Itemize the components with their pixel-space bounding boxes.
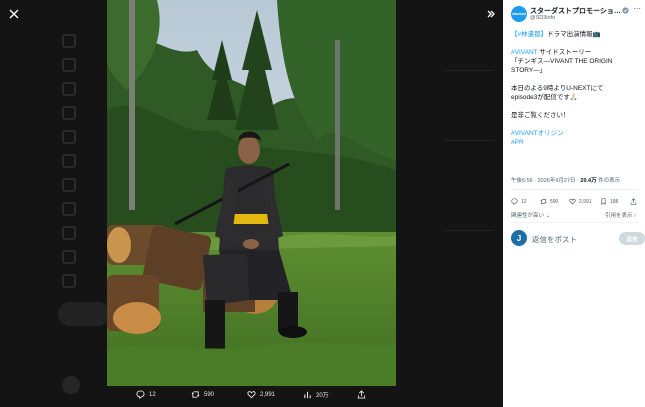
post-view-label: 件の表示	[596, 178, 621, 184]
heart-icon	[569, 198, 576, 205]
repost-count: 590	[550, 198, 559, 205]
more-options-icon[interactable]: ⋯	[633, 4, 641, 13]
bg-post-button	[58, 302, 110, 326]
reply-submit-button[interactable]: 返信	[619, 232, 645, 245]
like-count: 2,991	[579, 198, 592, 205]
media-views-count: 20万	[316, 393, 329, 399]
post-line: 【#林遣都】ドラマ出演情報📺	[511, 30, 639, 39]
view-quotes-link[interactable]: 引用を表示 ›	[605, 211, 636, 219]
close-button[interactable]	[3, 3, 25, 25]
post-line: STORY―」	[511, 67, 547, 74]
post-timestamp[interactable]: 午後6:56 · 2026年9月27日 ·	[511, 178, 580, 184]
sort-replies-dropdown[interactable]: 関連性が高い ⌄	[511, 211, 550, 219]
verified-badge-icon	[622, 7, 629, 14]
bookmark-count: 188	[610, 198, 619, 205]
bg-account-avatar	[62, 376, 80, 394]
close-icon	[9, 9, 19, 19]
divider	[511, 189, 639, 190]
bookmark-stat-button[interactable]: 188	[600, 198, 618, 205]
repost-icon	[191, 391, 200, 398]
post-line-text: ドラマ出演情報📺	[547, 31, 601, 38]
bg-profile-icon	[62, 250, 76, 264]
bg-explore-icon	[62, 58, 76, 72]
user-avatar[interactable]: J	[511, 230, 527, 246]
bg-communities-icon	[62, 202, 76, 216]
share-icon	[357, 390, 366, 399]
reply-icon	[136, 390, 145, 399]
author-row: stardust スターダストプロモーショ… ⋯ @SD3info	[511, 4, 641, 26]
reply-count: 12	[521, 198, 527, 205]
reply-stat-button[interactable]: 12	[511, 198, 527, 205]
bg-lists-icon	[62, 154, 76, 168]
post-line: episode3が配信です🙏🏻	[511, 94, 578, 101]
toggle-panel-button[interactable]	[480, 3, 502, 25]
bg-messages-icon	[62, 106, 76, 120]
bg-notifications-icon	[62, 82, 76, 96]
hashtag-link[interactable]: #VIVANTオリジン	[511, 129, 639, 138]
bookmark-icon	[601, 198, 606, 205]
repost-icon	[540, 199, 547, 204]
media-share-button[interactable]	[357, 390, 366, 399]
author-handle[interactable]: @SD3info	[530, 15, 555, 21]
media-like-button[interactable]: 2,991	[247, 390, 275, 399]
like-stat-button[interactable]: 2,991	[569, 198, 592, 205]
post-line: 是非ご覧ください！	[511, 112, 570, 119]
post-line: #VIVANT サイドストーリー	[511, 48, 639, 57]
post-view-count: 20.4万	[580, 178, 597, 184]
media-repost-button[interactable]: 590	[191, 390, 214, 399]
media-like-count: 2,991	[260, 391, 276, 398]
post-line: 本日のよる9時よりU-NEXTにて	[511, 85, 604, 92]
bg-premium-icon	[62, 226, 76, 240]
media-reply-button[interactable]: 12	[136, 390, 156, 399]
media-repost-count: 590	[204, 391, 215, 398]
bg-bookmarks-icon	[62, 178, 76, 192]
post-detail-panel: stardust スターダストプロモーショ… ⋯ @SD3info 【#林遣都】…	[503, 0, 645, 407]
double-chevron-right-icon	[487, 10, 495, 18]
reply-composer: J 返信をポスト 返信	[511, 230, 645, 250]
share-icon	[630, 198, 637, 205]
post-line-text: サイドストーリー	[537, 49, 592, 56]
photo-illustration	[107, 0, 396, 386]
reply-input[interactable]: 返信をポスト	[532, 234, 577, 245]
post-photo	[107, 0, 396, 386]
views-icon	[304, 391, 311, 399]
media-reply-count: 12	[149, 391, 156, 398]
share-stat-button[interactable]	[630, 198, 637, 205]
media-views-button[interactable]: 20万	[303, 390, 329, 399]
hashtag-link[interactable]: 【#林遣都】	[511, 31, 547, 38]
post-meta: 午後6:56 · 2026年9月27日 · 20.4万 件の表示	[511, 176, 620, 184]
repost-stat-button[interactable]: 590	[540, 198, 558, 205]
post-line: 「チンギス―VIVANT THE ORIGIN	[511, 58, 613, 65]
hashtag-link[interactable]: #PR	[511, 138, 639, 147]
divider	[511, 222, 639, 223]
author-avatar-logo: stardust	[512, 12, 526, 16]
heart-icon	[247, 391, 256, 399]
post-text: 【#林遣都】ドラマ出演情報📺 #VIVANT サイドストーリー 「チンギス―VI…	[511, 30, 639, 147]
reply-icon	[511, 198, 518, 205]
hashtag-link[interactable]: #VIVANT	[511, 49, 538, 56]
media-action-bar: 12 590 2,991 20万	[107, 386, 396, 407]
bg-grok-icon	[62, 130, 76, 144]
author-avatar[interactable]: stardust	[511, 6, 527, 22]
bg-more-icon	[62, 274, 76, 288]
bg-home-icon	[62, 34, 76, 48]
